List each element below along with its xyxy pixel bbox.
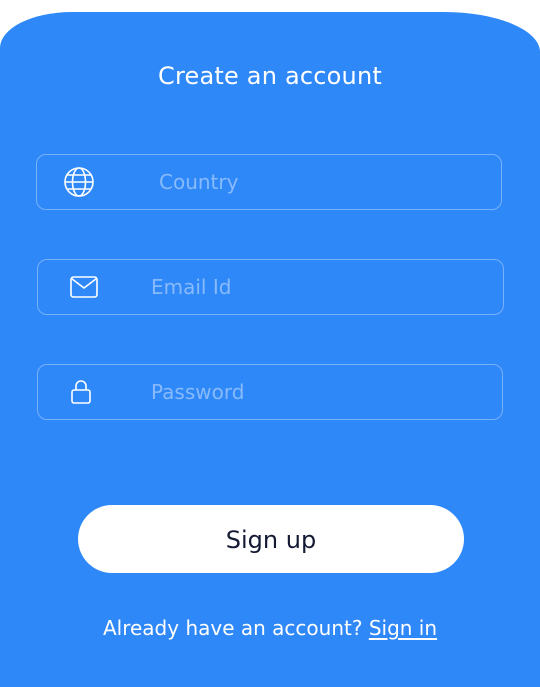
email-input[interactable]	[151, 260, 487, 314]
country-input[interactable]	[159, 155, 485, 209]
country-field[interactable]	[36, 154, 502, 210]
password-input[interactable]	[151, 365, 486, 419]
footer-text: Already have an account?	[102, 616, 363, 640]
signup-card: Create an account Country Email Id Sign …	[0, 12, 540, 687]
lock-icon	[70, 379, 92, 405]
sign-in-link[interactable]: Sign in	[369, 616, 437, 640]
sign-up-button[interactable]: Sign up	[78, 505, 464, 573]
email-field[interactable]	[37, 259, 504, 315]
password-field[interactable]	[37, 364, 503, 420]
mail-icon	[70, 276, 98, 298]
globe-icon	[63, 166, 95, 198]
page-title: Create an account	[158, 62, 382, 90]
signin-prompt: Already have an account? Sign in	[0, 616, 540, 640]
